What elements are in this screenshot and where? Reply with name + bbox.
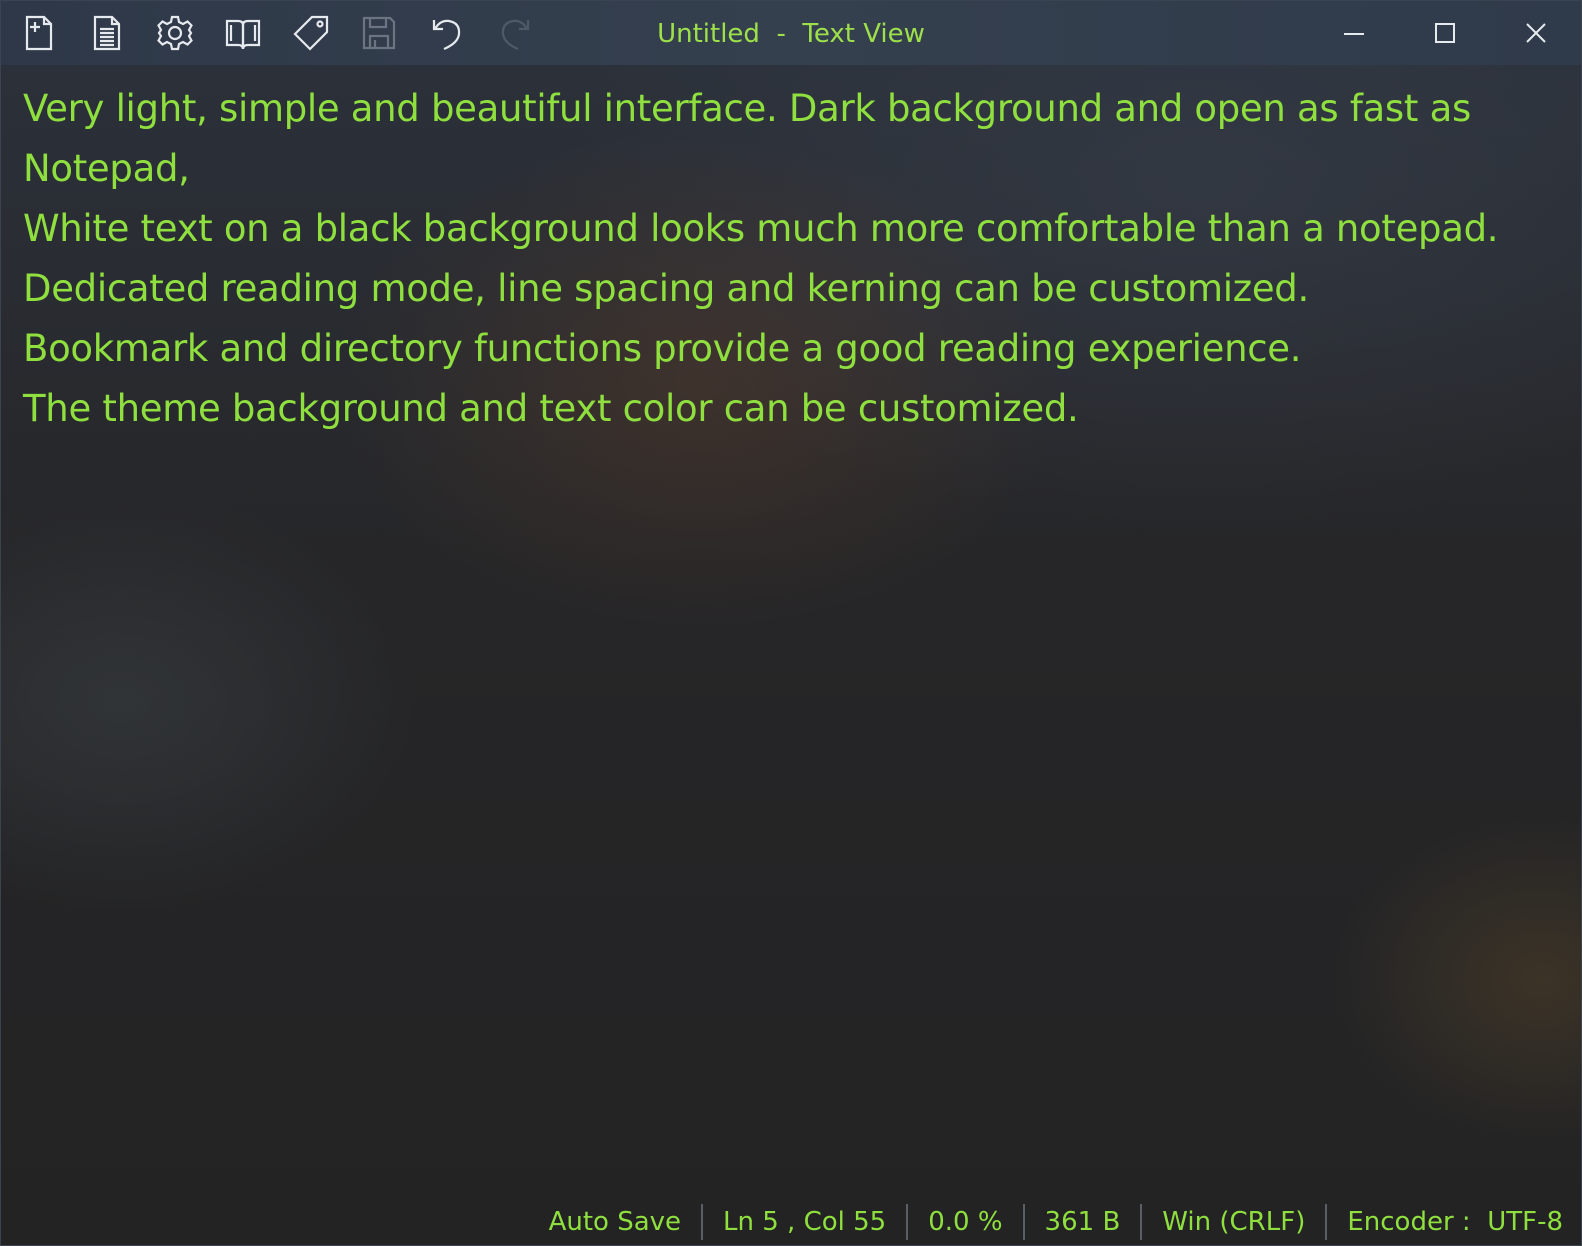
cursor-position[interactable]: Ln 5 , Col 55 [701, 1204, 906, 1240]
text-line: The theme background and text color can … [23, 387, 1079, 430]
text-line: Very light, simple and beautiful interfa… [23, 87, 1471, 190]
settings-button[interactable] [151, 11, 199, 55]
redo-button[interactable] [491, 11, 539, 55]
line-ending-selector[interactable]: Win (CRLF) [1140, 1204, 1325, 1240]
redo-icon [501, 19, 530, 51]
file-size: 361 B [1022, 1204, 1141, 1240]
encoding-selector[interactable]: Encoder : UTF-8 [1325, 1204, 1563, 1240]
text-editor[interactable]: Very light, simple and beautiful interfa… [23, 79, 1551, 439]
reading-mode-button[interactable] [219, 11, 267, 55]
minimize-icon [1343, 33, 1364, 35]
bookmark-button[interactable] [287, 11, 335, 55]
open-document-button[interactable] [83, 11, 131, 55]
save-button[interactable] [355, 11, 403, 55]
text-line: Dedicated reading mode, line spacing and… [23, 267, 1309, 310]
auto-save-status[interactable]: Auto Save [529, 1204, 701, 1240]
status-bar: Auto Save Ln 5 , Col 55 0.0 % 361 B Win … [529, 1201, 1563, 1243]
window-controls [1308, 1, 1581, 65]
close-button[interactable] [1490, 1, 1581, 65]
app-window: Untitled - Text View Very light, simple … [0, 0, 1582, 1246]
toolbar [15, 11, 539, 55]
minimize-button[interactable] [1308, 1, 1399, 65]
gear-icon [157, 15, 193, 51]
new-file-icon [25, 15, 53, 51]
text-line: Bookmark and directory functions provide… [23, 327, 1302, 370]
text-line: White text on a black background looks m… [23, 207, 1499, 250]
undo-button[interactable] [423, 11, 471, 55]
book-icon [225, 19, 261, 50]
title-bar[interactable]: Untitled - Text View [1, 1, 1581, 65]
maximize-button[interactable] [1399, 1, 1490, 65]
scroll-progress: 0.0 % [906, 1204, 1022, 1240]
undo-icon [432, 19, 461, 51]
new-file-button[interactable] [15, 11, 63, 55]
close-icon [1525, 23, 1546, 43]
save-icon [362, 16, 396, 50]
maximize-icon [1434, 23, 1455, 43]
document-icon [93, 15, 121, 51]
tag-icon [293, 15, 329, 51]
